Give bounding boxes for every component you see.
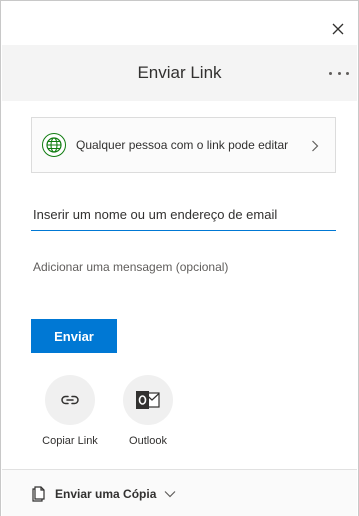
outlook-option[interactable]: Outlook — [113, 375, 183, 451]
copy-link-option[interactable]: Copiar Link — [35, 375, 105, 451]
copy-document-icon — [32, 485, 45, 502]
permission-text: Qualquer pessoa com o link pode editar — [76, 138, 289, 152]
recipient-input[interactable] — [31, 199, 336, 231]
dialog-title: Enviar Link — [137, 63, 222, 82]
dialog-header: Enviar Link — [2, 45, 357, 101]
share-dialog: Enviar Link Qualquer pessoa com o link p… — [0, 0, 359, 516]
more-horizontal-icon — [329, 71, 332, 75]
send-copy-button[interactable]: Enviar uma Cópia — [32, 485, 176, 502]
chevron-right-icon — [312, 140, 319, 152]
outlook-icon — [136, 391, 160, 409]
chevron-down-icon — [164, 490, 176, 497]
close-button[interactable] — [330, 21, 346, 37]
globe-icon — [42, 133, 66, 157]
copy-link-label: Copiar Link — [42, 435, 98, 447]
copy-link-circle — [45, 375, 95, 425]
link-permission-setting[interactable]: Qualquer pessoa com o link pode editar — [31, 117, 336, 173]
outlook-circle — [123, 375, 173, 425]
close-icon — [332, 23, 344, 35]
more-options-button[interactable] — [329, 67, 349, 79]
message-input[interactable] — [31, 253, 336, 281]
send-copy-label: Enviar uma Cópia — [55, 486, 157, 501]
dialog-footer: Enviar uma Cópia — [2, 469, 357, 516]
outlook-label: Outlook — [129, 435, 167, 447]
link-icon — [61, 395, 79, 405]
send-button[interactable]: Enviar — [31, 319, 117, 353]
